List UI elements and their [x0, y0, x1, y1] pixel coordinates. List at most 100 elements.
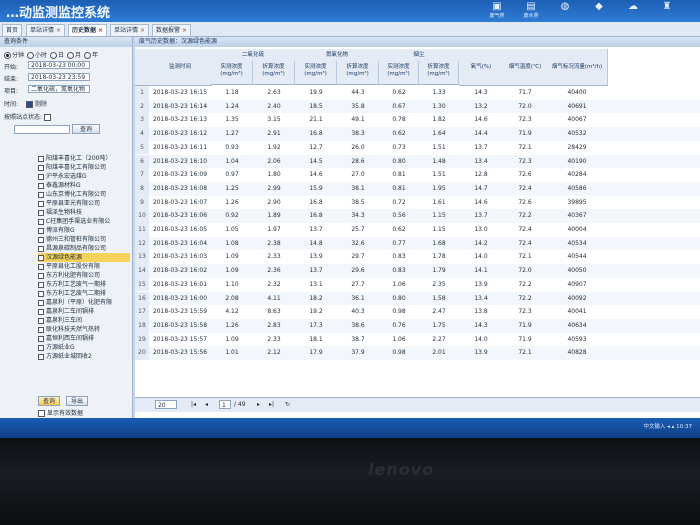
- table-row[interactable]: 7 2018-03-23 16:09 0.97 1.80 14.6 27.0 0.81 1.5…: [135, 168, 700, 182]
- station-checkbox[interactable]: [38, 245, 44, 252]
- station-checkbox[interactable]: [38, 200, 44, 207]
- station-tree-item[interactable]: C柱集团手渠选业有限公: [38, 217, 130, 226]
- reject-toggle[interactable]: 剔除: [26, 99, 47, 108]
- period-radio[interactable]: [50, 52, 58, 59]
- show-valid-toggle[interactable]: 显示有效数据: [38, 408, 83, 417]
- query-button[interactable]: 查询: [38, 396, 60, 406]
- station-checkbox[interactable]: [38, 164, 44, 171]
- waste-water-icon[interactable]: ▤ 废水类: [514, 1, 548, 21]
- station-tree-item[interactable]: 汉源绿色能源: [38, 253, 130, 262]
- table-row[interactable]: 2 2018-03-23 16:14 1.24 2.40 18.5 35.8 0.67 1.3…: [135, 99, 700, 114]
- monitor-icon[interactable]: ◆: [582, 1, 616, 21]
- station-checkbox[interactable]: [38, 299, 44, 306]
- tab-close-icon[interactable]: ×: [182, 27, 187, 34]
- table-row[interactable]: 13 2018-03-23 16:03 1.09 2.33 13.9 29.7 0.83 1.…: [135, 250, 700, 265]
- station-checkbox[interactable]: [38, 254, 44, 261]
- table-row[interactable]: 3 2018-03-23 16:13 1.35 3.15 21.1 49.1 0.78 1.8…: [135, 113, 700, 128]
- station-checkbox[interactable]: [38, 209, 44, 216]
- table-row[interactable]: 10 2018-03-23 16:06 0.92 1.89 16.8 34.3 0.56 1.…: [135, 209, 700, 223]
- station-checkbox[interactable]: [38, 263, 44, 270]
- station-tree-item[interactable]: 阳煤丰喜化工（200吨）: [38, 154, 130, 163]
- table-row[interactable]: 1 2018-03-23 16:15 1.18 2.63 19.9 44.3 0.62 1.3…: [135, 86, 700, 100]
- station-tree-item[interactable]: 东方利化肥有限公司: [38, 271, 130, 280]
- station-tree-item[interactable]: 博派有限G: [38, 226, 130, 235]
- tab-close-icon[interactable]: ×: [98, 27, 103, 34]
- tab-close-icon[interactable]: ×: [56, 27, 61, 34]
- station-tree-item[interactable]: 东方利工艺废气一期排: [38, 280, 130, 289]
- period-option-2[interactable]: 日: [50, 52, 64, 59]
- show-valid-checkbox[interactable]: [38, 410, 45, 417]
- table-row[interactable]: 12 2018-03-23 16:04 1.08 2.38 14.8 32.6 0.77 1.…: [135, 236, 700, 251]
- cloud-icon[interactable]: ☁: [616, 1, 650, 21]
- station-tree-item[interactable]: 平原县化工股份有限: [38, 262, 130, 271]
- tab-close-icon[interactable]: ×: [140, 27, 145, 34]
- tab-3[interactable]: 单站详情 ×: [110, 24, 150, 36]
- page-number-input[interactable]: 1: [219, 400, 231, 409]
- export-button[interactable]: 导出: [66, 396, 88, 406]
- table-row[interactable]: 17 2018-03-23 15:59 4.12 8.63 19.2 40.3 0.98 2.…: [135, 305, 700, 319]
- table-row[interactable]: 14 2018-03-23 16:02 1.09 2.36 13.7 29.6 0.83 1.…: [135, 264, 700, 278]
- station-checkbox[interactable]: [38, 326, 44, 333]
- station-tree-item[interactable]: 嘉泉利（平原）化肥有限: [38, 298, 130, 307]
- period-option-4[interactable]: 年: [84, 52, 98, 59]
- station-search-button[interactable]: 查询: [72, 124, 100, 134]
- tab-4[interactable]: 数据报警 ×: [152, 24, 192, 36]
- tab-0[interactable]: 首页: [2, 24, 23, 36]
- period-radio[interactable]: [27, 52, 35, 59]
- station-checkbox[interactable]: [38, 218, 44, 225]
- station-checkbox[interactable]: [38, 290, 44, 297]
- item-select[interactable]: 二氧化硫，氮氧化物: [28, 85, 90, 93]
- station-checkbox[interactable]: [38, 353, 44, 360]
- station-tree-item[interactable]: 方源纸业城回收2: [38, 352, 130, 361]
- station-checkbox[interactable]: [38, 155, 44, 162]
- station-tree-item[interactable]: 东方利工艺废气二期排: [38, 289, 130, 298]
- station-tree-item[interactable]: 德州三和管桩有限公司: [38, 235, 130, 244]
- station-checkbox[interactable]: [38, 227, 44, 234]
- table-row[interactable]: 6 2018-03-23 16:10 1.04 2.06 14.5 28.6 0.80 1.4…: [135, 154, 700, 169]
- waste-gas-icon[interactable]: ▣ 废气类: [480, 1, 514, 21]
- station-checkbox[interactable]: [38, 308, 44, 315]
- prev-page-icon[interactable]: ◂: [205, 400, 208, 409]
- tab-2[interactable]: 历史数据 ×: [68, 24, 108, 36]
- station-tree-item[interactable]: 山东京博化工有限公司: [38, 190, 130, 199]
- end-time-input[interactable]: 2018-03-23 23:59: [28, 73, 90, 81]
- table-row[interactable]: 5 2018-03-23 16:11 0.93 1.92 12.7 26.0 0.73 1.5…: [135, 140, 700, 155]
- status-filter-checkbox[interactable]: [43, 114, 51, 121]
- station-tree-item[interactable]: 嘉泉利二车间锅排: [38, 307, 130, 316]
- station-tree-item[interactable]: 方源纸业G: [38, 343, 130, 352]
- page-size-select[interactable]: 20: [155, 400, 177, 409]
- station-checkbox[interactable]: [38, 335, 44, 342]
- station-tree-item[interactable]: 沪平永宏选煤G: [38, 172, 130, 181]
- period-radio[interactable]: [67, 52, 75, 59]
- last-page-icon[interactable]: ▸|: [269, 400, 274, 409]
- next-page-icon[interactable]: ▸: [257, 400, 260, 409]
- station-search-input[interactable]: [14, 125, 70, 134]
- station-checkbox[interactable]: [38, 281, 44, 288]
- station-tree-item[interactable]: 嘉恒利西车间锅排: [38, 334, 130, 343]
- station-tree-item[interactable]: 昌源泉碳制品有限公司: [38, 244, 130, 253]
- reject-checkbox[interactable]: [26, 101, 33, 108]
- noise-icon[interactable]: ◍: [548, 1, 582, 21]
- station-tree-item[interactable]: 嘉泉利三车间: [38, 316, 130, 325]
- station-tree-item[interactable]: 福泽生物科技: [38, 208, 130, 217]
- period-option-1[interactable]: 小时: [27, 52, 47, 59]
- station-checkbox[interactable]: [38, 272, 44, 279]
- table-row[interactable]: 19 2018-03-23 15:57 1.09 2.33 18.1 38.7 1.06 2.…: [135, 332, 700, 347]
- table-row[interactable]: 20 2018-03-23 15:56 1.01 2.12 17.9 37.9 0.98 2.…: [135, 346, 700, 360]
- station-checkbox[interactable]: [38, 191, 44, 198]
- chimney-icon[interactable]: ♜: [650, 1, 684, 21]
- start-time-input[interactable]: 2018-03-23 00:00: [28, 61, 90, 69]
- station-checkbox[interactable]: [38, 236, 44, 243]
- station-checkbox[interactable]: [38, 182, 44, 189]
- table-row[interactable]: 8 2018-03-23 16:08 1.25 2.99 15.9 38.1 0.81 1.9…: [135, 181, 700, 196]
- table-row[interactable]: 18 2018-03-23 15:58 1.26 2.83 17.3 38.6 0.76 1.…: [135, 318, 700, 333]
- status-filter[interactable]: 按照站点状态:: [4, 112, 53, 121]
- table-row[interactable]: 9 2018-03-23 16:07 1.26 2.90 16.8 38.5 0.72 1.6…: [135, 195, 700, 210]
- table-row[interactable]: 16 2018-03-23 16:00 2.08 4.11 18.2 36.1 0.80 1.…: [135, 291, 700, 306]
- tab-1[interactable]: 单站详情 ×: [26, 24, 66, 36]
- station-checkbox[interactable]: [38, 317, 44, 324]
- refresh-icon[interactable]: ↻: [285, 400, 290, 409]
- station-tree-item[interactable]: 平原县亚光有限公司: [38, 199, 130, 208]
- station-tree-item[interactable]: 泰鑫源材料G: [38, 181, 130, 190]
- period-option-0[interactable]: 分钟: [4, 52, 24, 59]
